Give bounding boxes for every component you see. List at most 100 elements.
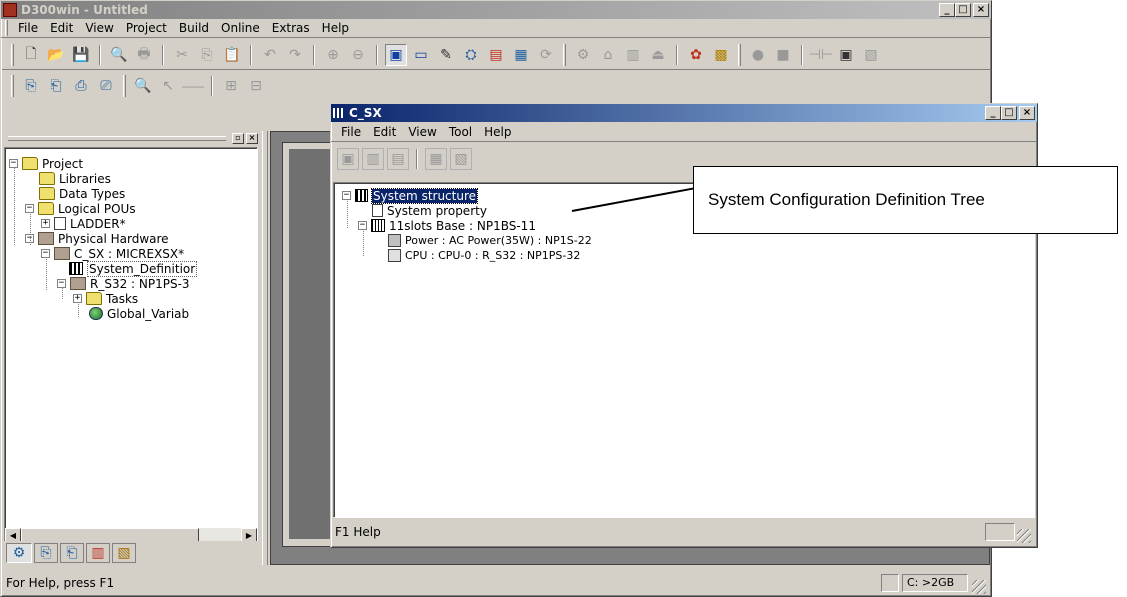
tree-item-libraries[interactable]: Libraries xyxy=(39,171,111,186)
child-menu-file[interactable]: File xyxy=(335,125,367,139)
expand-icon[interactable]: + xyxy=(41,219,50,228)
zoom-out-icon[interactable]: ⊖ xyxy=(347,44,369,66)
redo-icon[interactable]: ↷ xyxy=(284,44,306,66)
status-help-text: For Help, press F1 xyxy=(6,576,115,590)
global-variables-icon xyxy=(89,307,103,320)
cut-icon[interactable]: ✂ xyxy=(171,44,193,66)
menu-view[interactable]: View xyxy=(79,21,119,35)
insert-pou-icon[interactable]: ⎘ xyxy=(20,75,42,97)
menu-extras[interactable]: Extras xyxy=(266,21,316,35)
size-grip-icon[interactable] xyxy=(972,580,986,594)
tree-item-c-sx[interactable]: − C_SX : MICREXSX* xyxy=(41,246,184,261)
print-preview-icon[interactable]: 🔍 xyxy=(108,44,130,66)
panel-close-button[interactable]: × xyxy=(246,132,258,144)
tree-item-project[interactable]: − Project xyxy=(9,156,83,171)
zoom-in-icon[interactable]: ⊕ xyxy=(322,44,344,66)
panel-dock-grip[interactable] xyxy=(8,135,226,141)
make-icon[interactable]: ⌂ xyxy=(597,44,619,66)
select-pointer-icon[interactable]: ↖ xyxy=(157,75,179,97)
tab-project-tree-icon[interactable]: ⚙ xyxy=(6,543,32,563)
project-tree: − Project Libraries Data Types − Logical… xyxy=(4,147,258,545)
project-tree-toggle-icon[interactable]: ▣ xyxy=(385,43,407,66)
connector-tool-icon[interactable]: ⊟ xyxy=(245,75,267,97)
library-icon[interactable]: ⛭ xyxy=(460,44,482,66)
find-icon[interactable]: 🔍 xyxy=(132,75,154,97)
copy-icon[interactable]: ⎘ xyxy=(196,44,218,66)
paste-icon[interactable]: 📋 xyxy=(221,44,243,66)
tree-item-system-definition[interactable]: System_Definitior xyxy=(69,260,198,277)
tree-item-global-variables[interactable]: Global_Variab xyxy=(89,306,189,321)
workspace-splitter[interactable] xyxy=(262,131,268,565)
resource-control-icon[interactable]: ▩ xyxy=(710,44,732,66)
debug-icon[interactable]: ✿ xyxy=(685,44,707,66)
add-base-icon[interactable]: ▥ xyxy=(362,147,384,170)
message-window-icon[interactable]: ▭ xyxy=(410,44,432,66)
add-module-icon[interactable]: ▣ xyxy=(337,147,359,170)
tree-item-ladder[interactable]: + LADDER* xyxy=(41,216,126,231)
tree-item-base[interactable]: − 11slots Base : NP1BS-11 xyxy=(358,218,536,233)
download-icon[interactable]: ⏏ xyxy=(647,44,669,66)
stop-icon[interactable]: ■ xyxy=(772,44,794,66)
c-sx-title-bar[interactable]: C_SX _ □ × xyxy=(331,104,1037,122)
run-icon[interactable]: ● xyxy=(747,44,769,66)
compile-icon[interactable]: ⚙ xyxy=(572,44,594,66)
tree-item-system-property[interactable]: System property xyxy=(372,203,487,218)
save-icon[interactable]: 💾 xyxy=(70,44,92,66)
contact-icon[interactable]: ⊣⊢ xyxy=(809,44,833,66)
child-minimize-button[interactable]: _ xyxy=(985,106,1001,120)
child-menu-edit[interactable]: Edit xyxy=(367,125,402,139)
menu-file[interactable]: File xyxy=(12,21,44,35)
menu-edit[interactable]: Edit xyxy=(44,21,79,35)
tree-item-data-types[interactable]: Data Types xyxy=(39,186,125,201)
main-title-bar[interactable]: D300win - Untitled _ □ × xyxy=(1,1,991,19)
tree-item-physical-hardware[interactable]: − Physical Hardware xyxy=(25,231,169,246)
child-menu-help[interactable]: Help xyxy=(478,125,517,139)
line-tool-icon[interactable]: ⸺ xyxy=(181,75,204,97)
coil-icon[interactable]: ▧ xyxy=(860,44,882,66)
refresh-icon[interactable]: ⟳ xyxy=(535,44,557,66)
menu-project[interactable]: Project xyxy=(120,21,173,35)
instance-tree-icon[interactable]: ▤ xyxy=(485,44,507,66)
tree-item-r-s32[interactable]: − R_S32 : NP1PS-3 xyxy=(57,276,190,291)
tab-io-icon[interactable]: ▧ xyxy=(112,543,136,563)
paste-module-icon[interactable]: ▧ xyxy=(450,147,472,170)
module-property-icon[interactable]: ▤ xyxy=(387,147,409,170)
menu-help[interactable]: Help xyxy=(316,21,355,35)
child-maximize-button[interactable]: □ xyxy=(1001,106,1017,120)
insert-task-icon[interactable]: ⎗ xyxy=(45,75,67,97)
crossref-icon[interactable]: ✎ xyxy=(435,44,457,66)
close-button[interactable]: × xyxy=(973,3,989,17)
c-sx-status-bar: F1 Help xyxy=(331,522,1031,542)
panel-restore-button[interactable]: ▫ xyxy=(232,132,244,144)
insert-variable-icon[interactable]: ⎙ xyxy=(70,75,92,97)
print-icon[interactable]: 🖶 xyxy=(133,44,155,66)
insert-type-icon[interactable]: ⎚ xyxy=(95,75,117,97)
tree-item-cpu[interactable]: CPU : CPU-0 : R_S32 : NP1PS-32 xyxy=(388,248,580,263)
tab-instance-icon[interactable]: ⎗ xyxy=(60,543,84,563)
tab-library-icon[interactable]: ⎘ xyxy=(34,543,58,563)
callout-text: System Configuration Definition Tree xyxy=(708,190,985,209)
tree-item-logical-pous[interactable]: − Logical POUs xyxy=(25,201,136,216)
variable-tool-icon[interactable]: ⊞ xyxy=(220,75,242,97)
tree-item-tasks[interactable]: + Tasks xyxy=(73,291,138,306)
minimize-button[interactable]: _ xyxy=(939,3,955,17)
menu-online[interactable]: Online xyxy=(215,21,266,35)
copy-module-icon[interactable]: ▦ xyxy=(425,147,447,170)
open-file-icon[interactable]: 📂 xyxy=(45,44,67,66)
child-menu-tool[interactable]: Tool xyxy=(443,125,478,139)
tree-item-system-structure[interactable]: − System structure xyxy=(342,187,479,204)
watch-window-icon[interactable]: ▦ xyxy=(510,44,532,66)
undo-icon[interactable]: ↶ xyxy=(259,44,281,66)
tree-view-tabs: ⚙ ⎘ ⎗ ▥ ▧ xyxy=(4,541,260,565)
child-size-grip-icon[interactable] xyxy=(1017,529,1031,543)
rebuild-icon[interactable]: ▥ xyxy=(622,44,644,66)
function-block-icon[interactable]: ▣ xyxy=(835,44,857,66)
child-close-button[interactable]: × xyxy=(1019,106,1035,120)
new-file-icon[interactable]: 🗋 xyxy=(20,44,42,66)
menu-build[interactable]: Build xyxy=(173,21,215,35)
child-menu-view[interactable]: View xyxy=(402,125,442,139)
maximize-button[interactable]: □ xyxy=(955,3,971,17)
tree-label: System property xyxy=(387,203,487,218)
tree-item-power[interactable]: Power : AC Power(35W) : NP1S-22 xyxy=(388,233,592,248)
tab-hardware-icon[interactable]: ▥ xyxy=(86,543,110,563)
